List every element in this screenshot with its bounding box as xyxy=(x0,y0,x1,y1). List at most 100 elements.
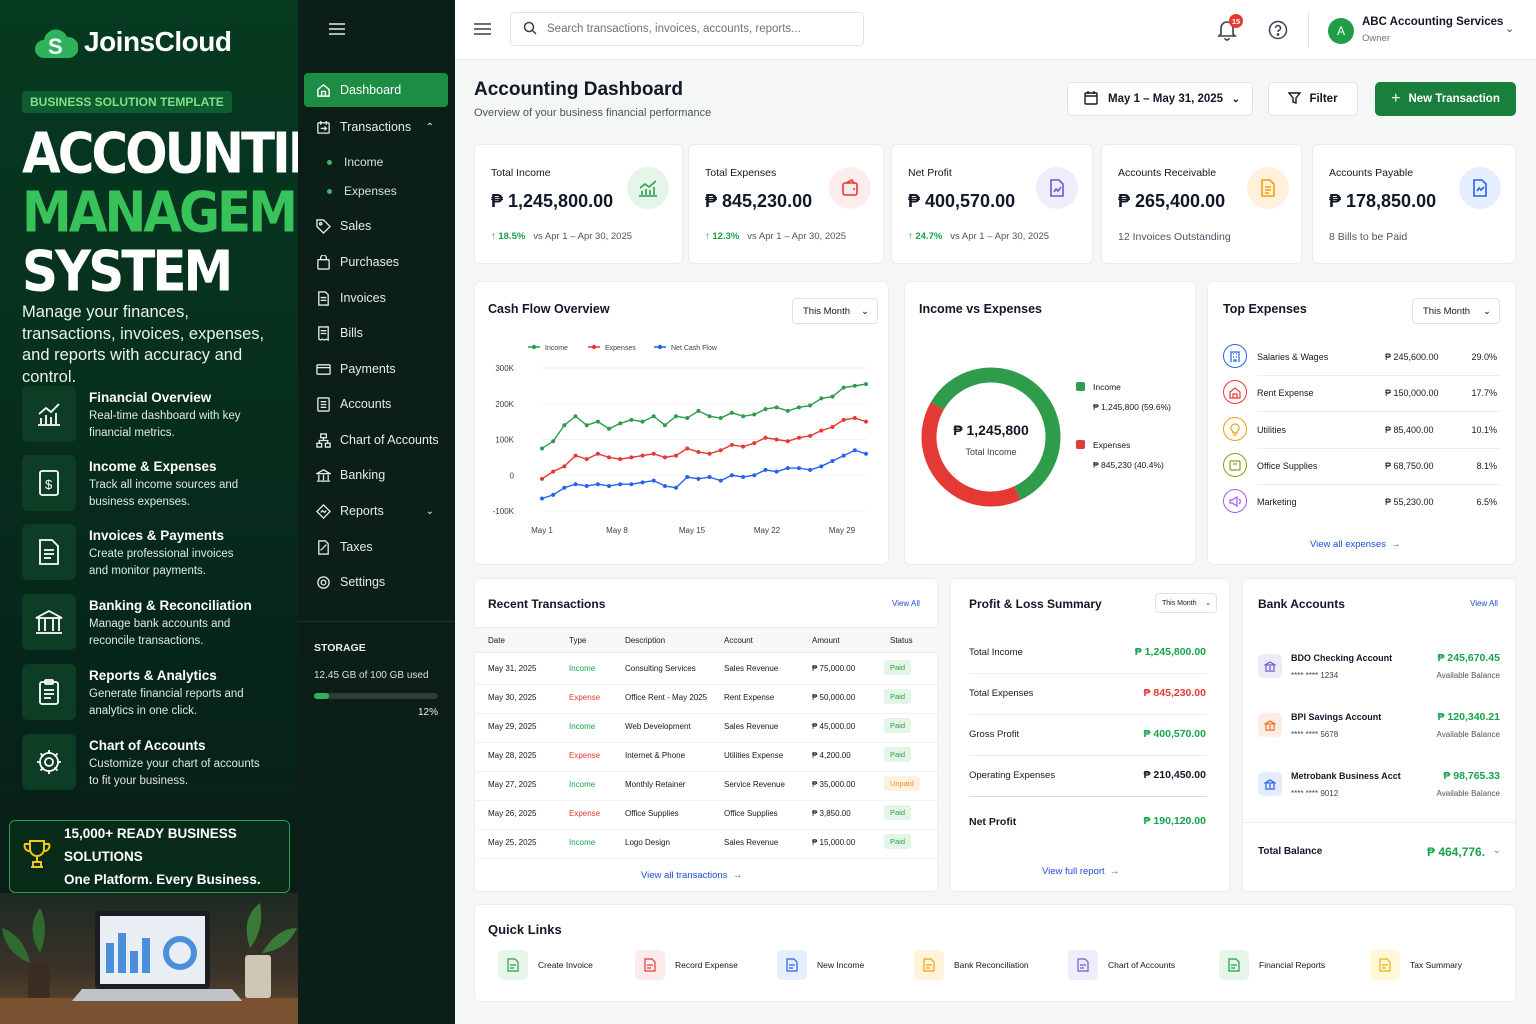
sidebar-item-banking[interactable]: Banking xyxy=(304,458,448,492)
recent-view-all-link[interactable]: View All xyxy=(892,599,920,608)
expense-row[interactable]: Rent Expense ₱ 150,000.00 17.7% xyxy=(1223,380,1501,413)
quick-link[interactable]: Create Invoice xyxy=(498,950,593,980)
sidebar-item-transactions[interactable]: Transactions ⌃ xyxy=(304,110,448,144)
company-name[interactable]: ABC Accounting Services xyxy=(1362,16,1503,28)
kpi-card-net-profit[interactable]: Net Profit ₱ 400,570.00 ↑ 24.7% vs Apr 1… xyxy=(891,144,1093,264)
view-all-expenses-link[interactable]: View all expenses → xyxy=(1310,539,1401,550)
cashflow-period-select[interactable]: This Month ⌄ xyxy=(792,298,878,324)
sidebar-item-chart-of-accounts[interactable]: Chart of Accounts xyxy=(304,423,448,457)
sidebar-item-taxes[interactable]: Taxes xyxy=(304,530,448,564)
bank-name: Metrobank Business Acct xyxy=(1291,771,1401,781)
table-row[interactable]: May 29, 2025 Income Web Development Sales R… xyxy=(474,714,938,743)
new-transaction-button[interactable]: + New Transaction xyxy=(1375,82,1516,116)
quick-link[interactable]: Record Expense xyxy=(635,950,738,980)
data-point xyxy=(685,475,690,480)
y-tick-label: -100K xyxy=(493,507,515,516)
sidebar-item-purchases[interactable]: Purchases xyxy=(304,245,448,279)
bank-accounts-title: Bank Accounts xyxy=(1258,597,1345,611)
kpi-value: ₱ 178,850.00 xyxy=(1329,191,1437,211)
hamburger-menu-icon[interactable] xyxy=(474,22,491,41)
table-row[interactable]: May 31, 2025 Income Consulting Services Sal… xyxy=(474,656,938,685)
data-point xyxy=(729,442,734,447)
series-line-1 xyxy=(541,417,867,480)
bank-row[interactable]: BPI Savings Account **** **** 5678 ₱ 120,3… xyxy=(1256,703,1502,749)
pnl-label: Total Income xyxy=(969,647,1023,658)
column-header: Date xyxy=(488,636,505,645)
sidebar-item-dashboard[interactable]: Dashboard xyxy=(304,73,448,107)
table-row[interactable]: May 25, 2025 Income Logo Design Sales Reven… xyxy=(474,830,938,859)
data-point xyxy=(819,464,824,469)
bank-name: BDO Checking Account xyxy=(1291,653,1393,663)
expense-row[interactable]: Utilities ₱ 85,400.00 10.1% xyxy=(1223,416,1501,449)
chevron-down-icon[interactable]: ⌄ xyxy=(1493,845,1501,856)
sidebar-item-settings[interactable]: Settings xyxy=(304,565,448,599)
bank-row[interactable]: BDO Checking Account **** **** 1234 ₱ 245,… xyxy=(1256,644,1502,690)
sidebar-item-sales[interactable]: Sales xyxy=(304,209,448,243)
data-point xyxy=(830,458,835,463)
help-icon[interactable] xyxy=(1268,20,1288,45)
sidebar-item-accounts[interactable]: Accounts xyxy=(304,387,448,421)
sidebar-item-invoices[interactable]: Invoices xyxy=(304,281,448,315)
storage-widget: STORAGE 12.45 GB of 100 GB used 12% xyxy=(298,621,455,738)
filter-button[interactable]: Filter xyxy=(1268,82,1358,116)
amount-cell: ₱ 50,000.00 xyxy=(812,693,856,702)
quick-link[interactable]: Tax Summary xyxy=(1370,950,1462,980)
table-row[interactable]: May 26, 2025 Expense Office Supplies Office… xyxy=(474,801,938,830)
amount-cell: ₱ 35,000.00 xyxy=(812,780,856,789)
quick-link[interactable]: Chart of Accounts xyxy=(1068,950,1175,980)
avatar[interactable]: A xyxy=(1328,18,1354,44)
house-icon xyxy=(1223,380,1247,405)
total-balance-label: Total Balance xyxy=(1258,846,1323,857)
chevron-up-icon: ⌃ xyxy=(425,121,434,133)
legend-item: Income xyxy=(528,344,568,352)
bank-balance-note: Available Balance xyxy=(1436,789,1500,798)
pnl-label: Total Expenses xyxy=(969,688,1034,699)
bulb-icon xyxy=(1223,416,1247,441)
top-expenses-period-select[interactable]: This Month ⌄ xyxy=(1412,298,1500,324)
invoice-icon xyxy=(315,290,331,306)
pnl-period-select[interactable]: This Month ⌄ xyxy=(1155,593,1217,613)
kpi-card-total-income[interactable]: Total Income ₱ 1,245,800.00 ↑ 18.5% vs A… xyxy=(474,144,683,264)
data-point xyxy=(763,467,768,472)
data-point xyxy=(640,453,645,458)
svg-text:$: $ xyxy=(45,477,53,492)
expense-row[interactable]: Office Supplies ₱ 68,750.00 8.1% xyxy=(1223,452,1501,485)
view-all-transactions-link[interactable]: View all transactions → xyxy=(641,870,742,881)
data-point xyxy=(674,453,679,458)
x-tick-label: May 22 xyxy=(754,526,781,535)
pnl-value: ₱ 400,570.00 xyxy=(1143,728,1206,740)
sidebar-item-payments[interactable]: Payments xyxy=(304,352,448,386)
hamburger-menu-icon[interactable] xyxy=(329,22,345,41)
kpi-card-total-expenses[interactable]: Total Expenses ₱ 845,230.00 ↑ 12.3% vs A… xyxy=(688,144,884,264)
sidebar-subitem-income[interactable]: Income xyxy=(327,155,383,169)
date-cell: May 28, 2025 xyxy=(488,751,537,760)
bank-row[interactable]: Metrobank Business Acct **** **** 9012 ₱ 9… xyxy=(1256,762,1502,808)
kpi-value: ₱ 265,400.00 xyxy=(1118,191,1226,211)
sidebar-item-bills[interactable]: Bills xyxy=(304,316,448,350)
table-row[interactable]: May 30, 2025 Expense Office Rent - May 202… xyxy=(474,685,938,714)
banks-view-all-link[interactable]: View All xyxy=(1470,599,1498,608)
sidebar-subitem-expenses[interactable]: Expenses xyxy=(327,184,397,198)
quick-link[interactable]: Bank Reconciliation xyxy=(914,950,1029,980)
data-point xyxy=(618,482,623,487)
kpi-card-accounts-receivable[interactable]: Accounts Receivable ₱ 265,400.00 12 Invo… xyxy=(1101,144,1302,264)
chart-up-icon xyxy=(627,167,669,209)
table-row[interactable]: May 27, 2025 Income Monthly Retainer Servic… xyxy=(474,772,938,801)
table-row[interactable]: May 28, 2025 Expense Internet & Phone Utili… xyxy=(474,743,938,772)
chevron-down-icon[interactable]: ⌄ xyxy=(1505,22,1514,35)
kpi-card-accounts-payable[interactable]: Accounts Payable ₱ 178,850.00 8 Bills to… xyxy=(1312,144,1516,264)
date-range-picker[interactable]: May 1 – May 31, 2025 ⌄ xyxy=(1067,82,1253,116)
description-cell: Web Development xyxy=(625,722,691,731)
expense-row[interactable]: Marketing ₱ 55,230.00 6.5% xyxy=(1223,489,1501,515)
pnl-value: ₱ 845,230.00 xyxy=(1143,687,1206,699)
sidebar-item-reports[interactable]: Reports ⌄ xyxy=(304,494,448,528)
quick-link[interactable]: New Income xyxy=(777,950,864,980)
invoice-icon xyxy=(22,524,76,580)
view-full-report-link[interactable]: View full report → xyxy=(1042,866,1119,877)
bank-number: **** **** 9012 xyxy=(1291,789,1339,798)
search-input[interactable]: Search transactions, invoices, accounts,… xyxy=(510,12,864,46)
account-cell: Sales Revenue xyxy=(724,838,779,847)
quick-link[interactable]: Financial Reports xyxy=(1219,950,1325,980)
x-tick-label: May 29 xyxy=(829,526,856,535)
expense-row[interactable]: Salaries & Wages ₱ 245,600.00 29.0% xyxy=(1223,344,1501,376)
